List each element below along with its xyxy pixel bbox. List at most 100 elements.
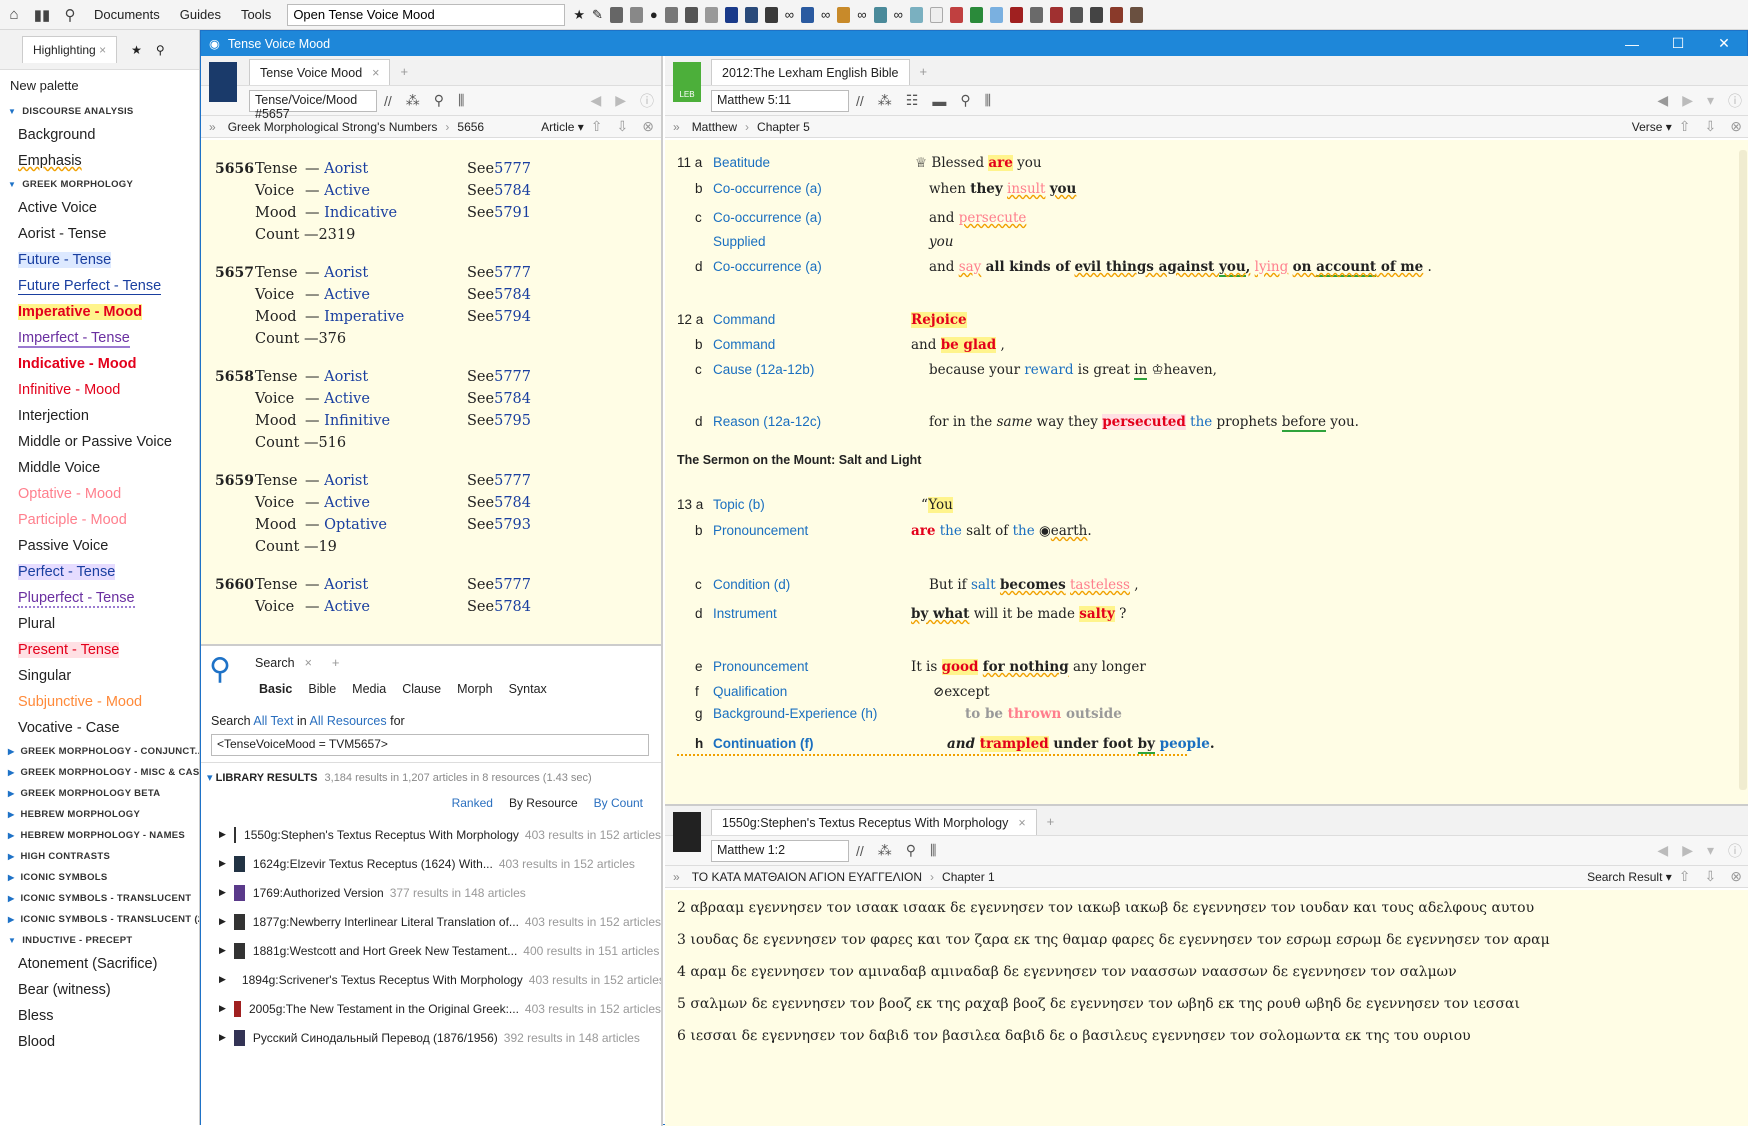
expand-icon[interactable]: » bbox=[673, 870, 680, 884]
tvm-value[interactable]: — Active bbox=[305, 596, 467, 618]
search-icon[interactable]: ⚲ bbox=[906, 842, 916, 859]
tvm-value[interactable]: — Active bbox=[305, 388, 467, 410]
palette-section[interactable]: ▶ ICONIC SYMBOLS bbox=[0, 867, 199, 888]
tvm-value[interactable]: — Aorist bbox=[305, 470, 467, 492]
highlight-style[interactable]: Participle - Mood bbox=[0, 507, 199, 533]
verse-dropdown[interactable]: Verse ▾ bbox=[1632, 120, 1672, 134]
tvm-value[interactable]: — Infinitive bbox=[305, 410, 467, 432]
palette-section[interactable]: ▶ GREEK MORPHOLOGY - CONJUNCT... bbox=[0, 741, 199, 762]
see-link[interactable]: 5793 bbox=[494, 514, 531, 536]
tvm-value-link[interactable]: Optative bbox=[324, 517, 387, 533]
see-link[interactable]: 5795 bbox=[494, 410, 531, 432]
clause-label[interactable]: Cause (12a-12b) bbox=[713, 361, 814, 379]
see-link[interactable]: 5777 bbox=[494, 366, 531, 388]
expand-icon[interactable]: » bbox=[209, 120, 216, 134]
result-view-option[interactable]: By Resource bbox=[509, 796, 578, 810]
palette-section[interactable]: ▶ HEBREW MORPHOLOGY - NAMES bbox=[0, 825, 199, 846]
highlight-style[interactable]: Subjunctive - Mood bbox=[0, 689, 199, 715]
palette-section[interactable]: ▶ HIGH CONTRASTS bbox=[0, 846, 199, 867]
tvm-value-link[interactable]: Imperative bbox=[324, 309, 404, 325]
tvm-value-link[interactable]: Active bbox=[324, 391, 370, 407]
parallel-icon[interactable]: // bbox=[856, 843, 864, 859]
highlight-style[interactable]: Singular bbox=[0, 663, 199, 689]
section-toggle-icon[interactable]: ▶ bbox=[8, 915, 14, 924]
add-tab-icon[interactable]: + bbox=[1047, 814, 1055, 835]
section-toggle-icon[interactable]: ▶ bbox=[8, 873, 14, 882]
palette-section[interactable]: ▶ GREEK MORPHOLOGY - MISC & CASE bbox=[0, 762, 199, 783]
book-icon[interactable] bbox=[949, 6, 963, 23]
highlight-style[interactable]: Interjection bbox=[0, 403, 199, 429]
section-toggle-icon[interactable]: ▶ bbox=[8, 831, 14, 840]
shortcut-icon[interactable] bbox=[609, 6, 623, 23]
menu-tools[interactable]: Tools bbox=[231, 0, 281, 30]
highlight-style[interactable]: Vocative - Case bbox=[0, 715, 199, 741]
back-icon[interactable]: ◀ bbox=[1657, 842, 1668, 859]
palette-section[interactable]: ▼ DISCOURSE ANALYSIS bbox=[0, 101, 199, 122]
result-title[interactable]: 1894g:Scrivener's Textus Receptus With M… bbox=[242, 973, 523, 987]
clause-label[interactable]: Continuation (f) bbox=[713, 735, 813, 753]
shortcut-icon[interactable] bbox=[664, 6, 678, 23]
highlight-style[interactable]: Middle Voice bbox=[0, 455, 199, 481]
tvm-value-link[interactable]: Active bbox=[324, 599, 370, 615]
pen-icon[interactable]: ✎ bbox=[592, 7, 603, 23]
section-toggle-icon[interactable]: ▶ bbox=[8, 852, 14, 861]
section-toggle-icon[interactable]: ▶ bbox=[8, 768, 14, 777]
see-link[interactable]: 5784 bbox=[494, 596, 531, 618]
columns-icon[interactable]: ⫼ bbox=[458, 92, 464, 109]
search-kind-tab[interactable]: Media bbox=[352, 682, 386, 696]
columns-icon[interactable]: ⫼ bbox=[930, 842, 936, 859]
up-icon[interactable]: ⇧ bbox=[1679, 868, 1691, 885]
all-resources-link[interactable]: All Resources bbox=[310, 714, 387, 728]
highlight-style[interactable]: Middle or Passive Voice bbox=[0, 429, 199, 455]
tvm-value-link[interactable]: Aorist bbox=[324, 161, 368, 177]
tab-tvm[interactable]: Tense Voice Mood × bbox=[249, 59, 391, 85]
command-box[interactable] bbox=[287, 3, 566, 26]
expand-icon[interactable]: ▶ bbox=[219, 1032, 226, 1043]
result-row[interactable]: ▶ 1550g:Stephen's Textus Receptus With Mo… bbox=[201, 820, 661, 849]
home-icon[interactable]: ⌂ bbox=[0, 0, 28, 30]
reference-box[interactable]: Tense/Voice/Mood #5657 bbox=[249, 89, 377, 121]
up-icon[interactable]: ⇧ bbox=[1679, 118, 1691, 135]
see-link[interactable]: 5784 bbox=[494, 492, 531, 514]
search-kind-tab[interactable]: Morph bbox=[457, 682, 492, 696]
tvm-value-link[interactable]: Aorist bbox=[324, 473, 368, 489]
result-title[interactable]: 1881g:Westcott and Hort Greek New Testam… bbox=[253, 944, 517, 958]
bulb-icon[interactable]: ● bbox=[650, 7, 658, 22]
breadcrumb-chapter[interactable]: Chapter 1 bbox=[942, 870, 995, 884]
tvm-value-link[interactable]: Active bbox=[324, 183, 370, 199]
add-tab-icon[interactable]: + bbox=[400, 64, 408, 85]
tvm-value[interactable]: — Aorist bbox=[305, 262, 467, 284]
tvm-value-link[interactable]: Infinitive bbox=[324, 413, 390, 429]
expand-icon[interactable]: ▶ bbox=[219, 887, 226, 898]
close-button[interactable]: ✕ bbox=[1701, 35, 1747, 52]
highlight-style[interactable]: Atonement (Sacrifice) bbox=[0, 951, 199, 977]
result-view-option[interactable]: Ranked bbox=[452, 796, 493, 810]
breadcrumb-book[interactable]: Matthew bbox=[692, 120, 737, 134]
visual-filter-icon[interactable]: ⁂ bbox=[878, 842, 892, 859]
book-icon[interactable] bbox=[1109, 6, 1123, 23]
tvm-value[interactable]: — Aorist bbox=[305, 158, 467, 180]
all-text-link[interactable]: All Text bbox=[253, 714, 293, 728]
highlight-style[interactable]: Blood bbox=[0, 1029, 199, 1055]
shortcut-icon[interactable] bbox=[629, 6, 643, 23]
highlight-style[interactable]: Bear (witness) bbox=[0, 977, 199, 1003]
see-link[interactable]: 5777 bbox=[494, 262, 531, 284]
close-icon[interactable]: ⊗ bbox=[1730, 868, 1742, 885]
result-row[interactable]: ▶ 2005g:The New Testament in the Original… bbox=[201, 994, 661, 1023]
article-dropdown[interactable]: Article ▾ bbox=[541, 120, 584, 134]
link-icon[interactable]: ∞ bbox=[785, 7, 794, 22]
result-title[interactable]: 1877g:Newberry Interlinear Literal Trans… bbox=[253, 915, 519, 929]
breadcrumb-chapter[interactable]: Chapter 5 bbox=[757, 120, 810, 134]
forward-icon[interactable]: ▶ bbox=[1682, 92, 1693, 109]
search-kind-tab[interactable]: Syntax bbox=[509, 682, 547, 696]
palette-section[interactable]: ▶ GREEK MORPHOLOGY BETA bbox=[0, 783, 199, 804]
highlight-style[interactable]: Indicative - Mood bbox=[0, 351, 199, 377]
tab-search[interactable]: Search × bbox=[245, 650, 322, 676]
search-icon[interactable]: ⚲ bbox=[56, 0, 84, 30]
section-toggle-icon[interactable]: ▼ bbox=[8, 936, 16, 945]
book-icon[interactable] bbox=[929, 6, 943, 23]
result-title[interactable]: 1550g:Stephen's Textus Receptus With Mor… bbox=[244, 828, 519, 842]
clause-label[interactable]: Supplied bbox=[713, 233, 766, 251]
back-icon[interactable]: ◀ bbox=[1657, 92, 1668, 109]
scrollbar[interactable] bbox=[1739, 150, 1747, 790]
